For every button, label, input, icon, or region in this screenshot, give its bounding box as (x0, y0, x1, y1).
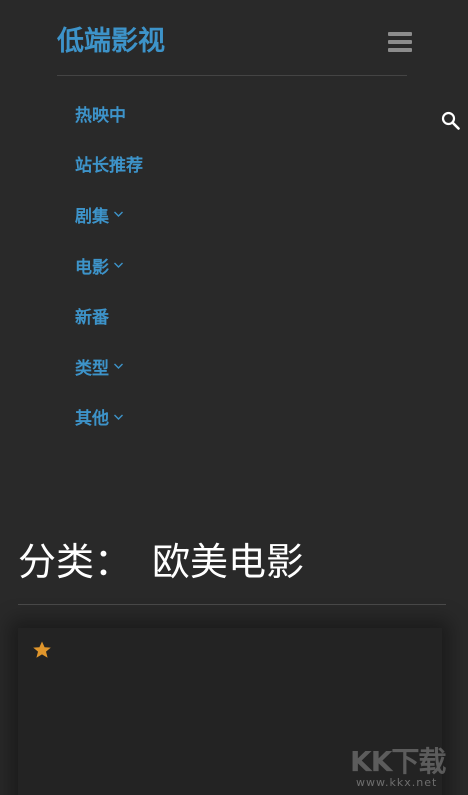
movie-card[interactable] (18, 628, 442, 795)
star-icon (33, 641, 51, 658)
main-nav: 热映中 站长推荐 剧集 电影 新番 类型 其他 (75, 88, 375, 442)
chevron-down-icon (114, 211, 123, 218)
site-header: 低端影视 (57, 20, 412, 76)
category-name: 欧美电影 (152, 540, 305, 584)
nav-item-label: 站长推荐 (75, 156, 143, 177)
nav-item-label: 剧集 (75, 206, 109, 227)
chevron-down-icon (114, 262, 123, 269)
hamburger-menu-icon[interactable] (388, 32, 412, 54)
site-logo[interactable]: 低端影视 (57, 24, 165, 60)
nav-item-series[interactable]: 剧集 (75, 189, 375, 240)
category-prefix: 分类： (18, 540, 133, 584)
title-divider (18, 604, 446, 605)
hamburger-bar (388, 40, 412, 44)
chevron-down-icon (114, 414, 123, 420)
nav-item-label: 电影 (75, 257, 109, 278)
hamburger-bar (388, 48, 412, 52)
search-icon[interactable] (441, 111, 461, 131)
nav-item-label: 类型 (75, 358, 109, 379)
search-icon-graphic (441, 111, 460, 130)
nav-item-label: 热映中 (75, 105, 126, 126)
hamburger-bar (388, 32, 412, 36)
nav-item-anime[interactable]: 新番 (75, 290, 375, 341)
page: 低端影视 热映中 站长推荐 剧集 电影 新番 类型 其他 分类： 欧美电影 KK… (0, 0, 468, 795)
nav-item-now-showing[interactable]: 热映中 (75, 88, 375, 139)
nav-item-genres[interactable]: 类型 (75, 341, 375, 392)
nav-item-other[interactable]: 其他 (75, 392, 375, 443)
nav-item-label: 新番 (75, 308, 109, 329)
page-title: 分类： 欧美电影 (18, 536, 304, 588)
chevron-down-icon (114, 363, 123, 370)
nav-item-recommended[interactable]: 站长推荐 (75, 139, 375, 190)
nav-item-movies[interactable]: 电影 (75, 240, 375, 291)
nav-item-label: 其他 (75, 409, 109, 430)
